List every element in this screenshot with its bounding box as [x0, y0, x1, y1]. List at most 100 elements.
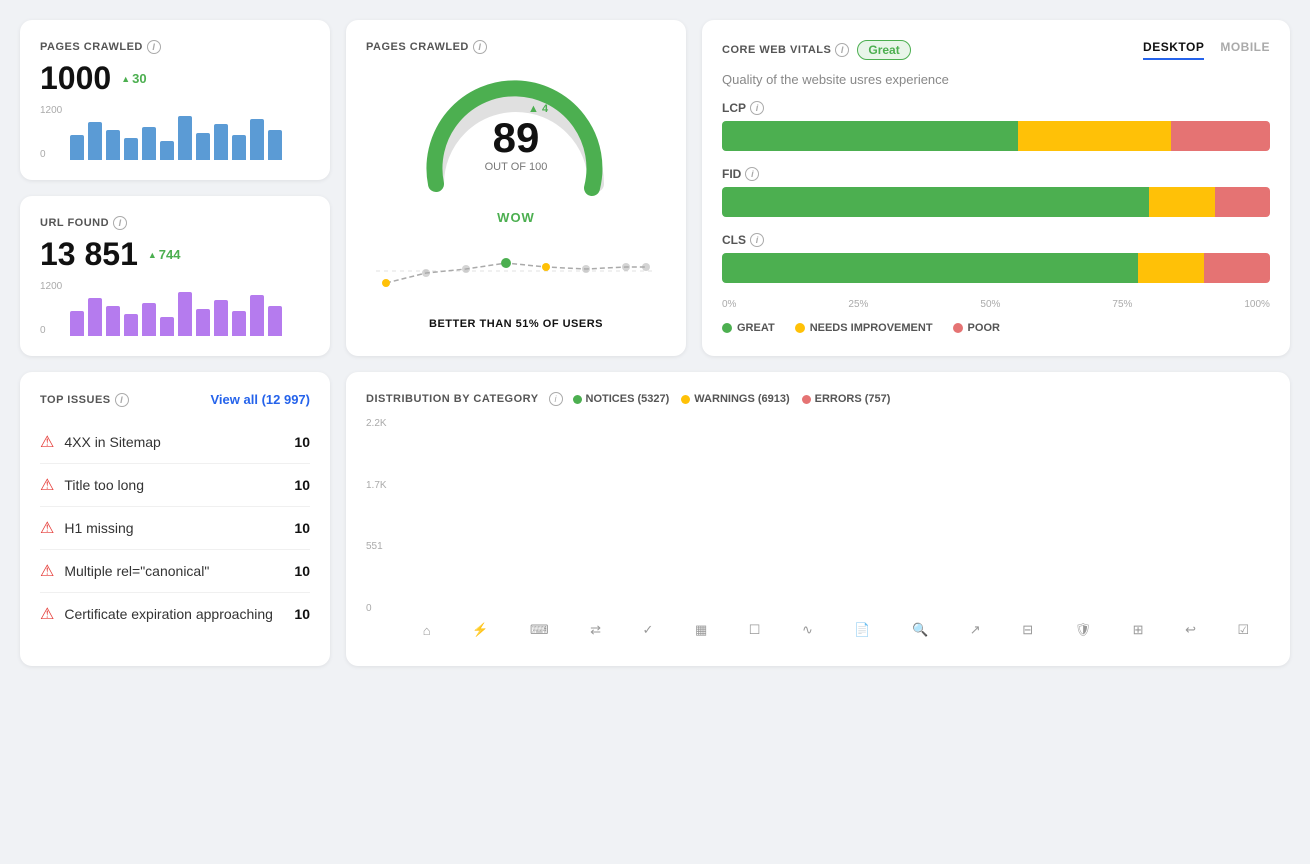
cwv-row: FID i [722, 167, 1270, 217]
dist-icon: ☑ [1237, 622, 1249, 638]
bar-segment [1215, 187, 1270, 217]
bar [70, 135, 84, 160]
gauge-footer: BETTER THAN 51% OF USERS [429, 318, 603, 330]
cwv-row: LCP i [722, 101, 1270, 151]
issue-row[interactable]: ⚠ Title too long 10 [40, 464, 310, 507]
url-found-axis: 1200 0 [40, 281, 62, 336]
gauge-delta: ▲ 4 [528, 103, 548, 115]
bar [106, 306, 120, 336]
issue-label: Multiple rel="canonical" [64, 563, 209, 579]
dist-header: DISTRIBUTION BY CATEGORY i NOTICES (5327… [366, 392, 1270, 406]
cwv-axis: 0%25%50%75%100% [722, 299, 1270, 310]
dist-icon: ☐ [749, 622, 761, 638]
stacked-bar [722, 253, 1270, 283]
bar [250, 119, 264, 160]
bar [142, 303, 156, 336]
issue-label: Title too long [64, 477, 144, 493]
dist-icon: ↩ [1185, 622, 1196, 638]
issue-icon: ⚠ [40, 432, 54, 452]
bar-segment [722, 187, 1149, 217]
pages-crawled-info-icon[interactable]: i [147, 40, 161, 54]
bar [160, 141, 174, 160]
cwv-tabs: DESKTOP MOBILE [1143, 40, 1270, 60]
stacked-bar [722, 187, 1270, 217]
issue-row[interactable]: ⚠ Certificate expiration approaching 10 [40, 593, 310, 635]
dist-icon: ⚡ [472, 622, 488, 638]
cwv-metric-info-icon[interactable]: i [750, 101, 764, 115]
url-found-card: URL FOUND i 13 851 744 1200 0 [20, 196, 330, 356]
pages-crawled-label: PAGES CRAWLED i [40, 40, 310, 54]
bar-segment [1204, 253, 1270, 283]
dist-chart-area: 2.2K1.7K5510 ⌂⚡⌨⇄✓▦☐∿📄🔍↗⊟🛡⊞↩☑ [366, 418, 1270, 638]
bar-segment [1138, 253, 1204, 283]
cwv-badge: Great [857, 40, 910, 60]
cwv-metric-info-icon[interactable]: i [745, 167, 759, 181]
issue-row[interactable]: ⚠ H1 missing 10 [40, 507, 310, 550]
issue-count: 10 [294, 520, 310, 536]
cwv-row-label: LCP i [722, 101, 1270, 115]
legend-item: POOR [953, 322, 1000, 334]
cwv-subtitle: Quality of the website usres experience [722, 72, 1270, 87]
dist-legend-item: NOTICES (5327) [573, 393, 670, 405]
url-found-info-icon[interactable]: i [113, 216, 127, 230]
bar [142, 127, 156, 160]
issue-label: Certificate expiration approaching [64, 606, 273, 622]
cwv-metrics: LCP iFID iCLS i [722, 101, 1270, 283]
top-issues-card: TOP ISSUES i View all (12 997) ⚠ 4XX in … [20, 372, 330, 666]
dist-bars [402, 418, 1270, 614]
bar [214, 300, 228, 336]
distribution-card: DISTRIBUTION BY CATEGORY i NOTICES (5327… [346, 372, 1290, 666]
legend-item: GREAT [722, 322, 775, 334]
dist-legend-dot [573, 395, 582, 404]
y-label: 0 [366, 603, 402, 614]
tab-mobile[interactable]: MOBILE [1220, 40, 1270, 60]
bar [88, 122, 102, 161]
issue-row[interactable]: ⚠ Multiple rel="canonical" 10 [40, 550, 310, 593]
bar-segment [1171, 121, 1270, 151]
issue-count: 10 [294, 434, 310, 450]
legend-dot [953, 323, 963, 333]
cwv-metric-info-icon[interactable]: i [750, 233, 764, 247]
gauge-percent: 51% [516, 318, 540, 330]
legend-dot [795, 323, 805, 333]
issue-row[interactable]: ⚠ 4XX in Sitemap 10 [40, 421, 310, 464]
cwv-card: CORE WEB VITALS i Great DESKTOP MOBILE Q… [702, 20, 1290, 356]
pages-crawled-delta: 30 [121, 71, 146, 86]
gauge-info-icon[interactable]: i [473, 40, 487, 54]
bar [88, 298, 102, 337]
bar [196, 133, 210, 161]
legend-dot [722, 323, 732, 333]
issue-left: ⚠ 4XX in Sitemap [40, 432, 161, 452]
issue-icon: ⚠ [40, 561, 54, 581]
tab-desktop[interactable]: DESKTOP [1143, 40, 1204, 60]
bar [232, 135, 246, 160]
bar-segment [722, 121, 1018, 151]
issue-icon: ⚠ [40, 604, 54, 624]
dist-icon: ⇄ [590, 622, 601, 638]
dist-y-labels: 2.2K1.7K5510 [366, 418, 402, 614]
cwv-label: CORE WEB VITALS i [722, 43, 849, 57]
pages-crawled-value: 1000 30 [40, 60, 310, 97]
view-all-link[interactable]: View all (12 997) [211, 392, 311, 407]
bar [268, 306, 282, 336]
dist-legend-item: ERRORS (757) [802, 393, 891, 405]
dist-icon: ✓ [643, 622, 654, 638]
top-issues-info-icon[interactable]: i [115, 393, 129, 407]
dist-legend-dot [802, 395, 811, 404]
dist-info-icon[interactable]: i [549, 392, 563, 406]
url-found-value: 13 851 744 [40, 236, 310, 273]
dist-icon: ⊞ [1133, 622, 1144, 638]
issue-label: H1 missing [64, 520, 133, 536]
issue-left: ⚠ H1 missing [40, 518, 134, 538]
dist-legend-item: WARNINGS (6913) [681, 393, 789, 405]
cwv-info-icon[interactable]: i [835, 43, 849, 57]
top-issues-label: TOP ISSUES i [40, 393, 129, 407]
y-label: 2.2K [366, 418, 402, 429]
bar [124, 314, 138, 336]
dist-legend-dot [681, 395, 690, 404]
issues-header: TOP ISSUES i View all (12 997) [40, 392, 310, 407]
bar-segment [1018, 121, 1171, 151]
cwv-row-label: FID i [722, 167, 1270, 181]
cwv-legend: GREATNEEDS IMPROVEMENTPOOR [722, 322, 1270, 334]
issue-count: 10 [294, 477, 310, 493]
